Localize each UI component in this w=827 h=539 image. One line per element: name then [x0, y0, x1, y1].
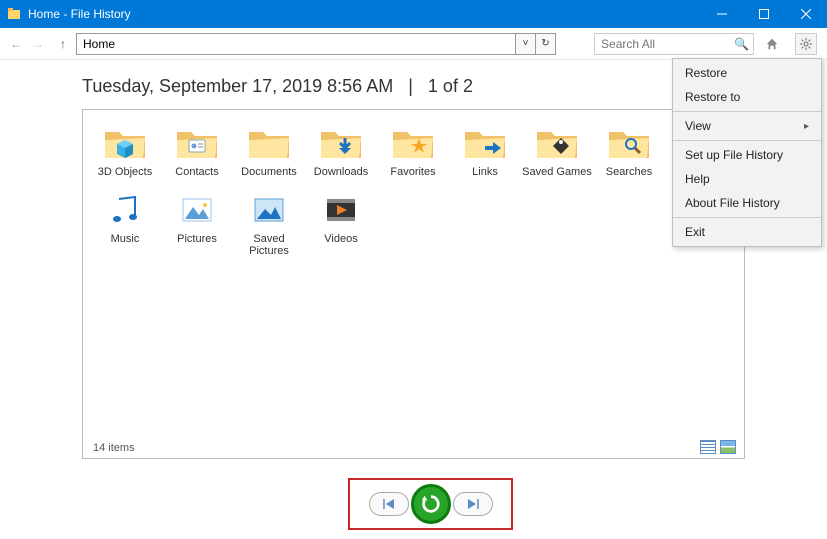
- folder-item[interactable]: Downloads: [305, 124, 377, 179]
- previous-version-button[interactable]: [369, 492, 409, 516]
- folder-item[interactable]: Videos: [305, 191, 377, 258]
- forward-button[interactable]: →: [32, 37, 44, 51]
- nav-arrows: ← →: [10, 37, 44, 51]
- minimize-button[interactable]: [701, 0, 743, 28]
- address-dropdown-button[interactable]: ˅: [516, 33, 536, 55]
- folder-label: Contacts: [161, 166, 233, 179]
- folder-label: Videos: [305, 233, 377, 246]
- folder-label: Saved Pictures: [233, 233, 305, 258]
- folder-icon: [245, 191, 293, 231]
- address-input[interactable]: [76, 33, 516, 55]
- folder-item[interactable]: Favorites: [377, 124, 449, 179]
- up-button[interactable]: ↑: [60, 37, 66, 51]
- home-icon[interactable]: [761, 33, 783, 55]
- search-wrap: 🔍: [594, 33, 749, 55]
- menu-view[interactable]: View▸: [673, 114, 821, 138]
- settings-menu: Restore Restore to View▸ Set up File His…: [672, 58, 822, 247]
- settings-gear-button[interactable]: [795, 33, 817, 55]
- next-version-button[interactable]: [453, 492, 493, 516]
- menu-separator: [673, 111, 821, 112]
- folder-label: Documents: [233, 166, 305, 179]
- folder-icon: [461, 124, 509, 164]
- details-view-button[interactable]: [700, 440, 716, 454]
- folder-icon: [101, 124, 149, 164]
- menu-restore[interactable]: Restore: [673, 61, 821, 85]
- folder-label: Links: [449, 166, 521, 179]
- menu-restore-to[interactable]: Restore to: [673, 85, 821, 109]
- app-icon: [6, 6, 22, 22]
- folder-item[interactable]: Saved Pictures: [233, 191, 305, 258]
- menu-help[interactable]: Help: [673, 167, 821, 191]
- maximize-button[interactable]: [743, 0, 785, 28]
- menu-separator: [673, 217, 821, 218]
- menu-about[interactable]: About File History: [673, 191, 821, 215]
- folder-label: Favorites: [377, 166, 449, 179]
- folder-label: 3D Objects: [89, 166, 161, 179]
- folder-label: Downloads: [305, 166, 377, 179]
- restore-button[interactable]: [411, 484, 451, 524]
- chevron-right-icon: ▸: [804, 121, 809, 132]
- restore-controls-highlight: [348, 478, 513, 530]
- snapshot-page-count: 1 of 2: [428, 76, 473, 96]
- window-titlebar: Home - File History: [0, 0, 827, 28]
- folder-item[interactable]: Links: [449, 124, 521, 179]
- folder-item[interactable]: Music: [89, 191, 161, 258]
- folder-item[interactable]: Documents: [233, 124, 305, 179]
- folder-label: Music: [89, 233, 161, 246]
- folder-icon: [317, 191, 365, 231]
- close-button[interactable]: [785, 0, 827, 28]
- menu-setup-file-history[interactable]: Set up File History: [673, 143, 821, 167]
- folder-icon: [533, 124, 581, 164]
- toolbar: ← → ↑ ˅ ↻ 🔍: [0, 28, 827, 60]
- window-title: Home - File History: [28, 7, 701, 21]
- folder-item[interactable]: Saved Games: [521, 124, 593, 179]
- snapshot-datetime: Tuesday, September 17, 2019 8:56 AM: [82, 76, 393, 96]
- status-item-count: 14 items: [93, 442, 135, 454]
- folder-icon: [245, 124, 293, 164]
- search-input[interactable]: [594, 33, 754, 55]
- back-button[interactable]: ←: [10, 37, 22, 51]
- menu-exit[interactable]: Exit: [673, 220, 821, 244]
- folder-icon: [389, 124, 437, 164]
- folder-grid: 3D ObjectsContactsDocumentsDownloadsFavo…: [83, 110, 744, 280]
- folder-icon: [101, 191, 149, 231]
- folder-item[interactable]: Searches: [593, 124, 665, 179]
- folder-icon: [173, 124, 221, 164]
- thumbnails-view-button[interactable]: [720, 440, 736, 454]
- folder-item[interactable]: Contacts: [161, 124, 233, 179]
- folder-icon: [605, 124, 653, 164]
- search-icon: 🔍: [734, 37, 749, 51]
- folder-item[interactable]: 3D Objects: [89, 124, 161, 179]
- folder-icon: [317, 124, 365, 164]
- refresh-button[interactable]: ↻: [536, 33, 556, 55]
- content-panel: 3D ObjectsContactsDocumentsDownloadsFavo…: [82, 109, 745, 459]
- address-bar: ˅ ↻: [76, 33, 556, 55]
- folder-item[interactable]: Pictures: [161, 191, 233, 258]
- view-switcher: [700, 440, 736, 454]
- folder-label: Saved Games: [521, 166, 593, 179]
- folder-label: Searches: [593, 166, 665, 179]
- header-separator: |: [408, 76, 413, 96]
- folder-label: Pictures: [161, 233, 233, 246]
- folder-icon: [173, 191, 221, 231]
- menu-separator: [673, 140, 821, 141]
